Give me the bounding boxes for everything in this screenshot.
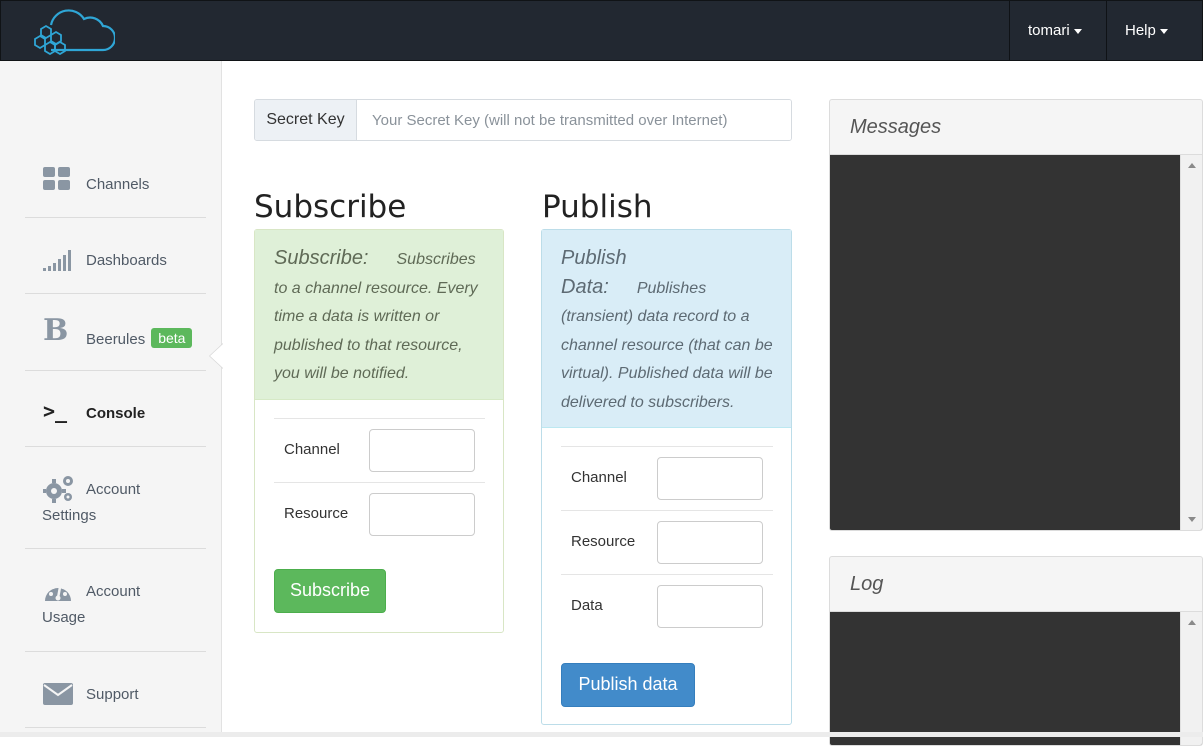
resource-label: Resource (571, 533, 636, 550)
publish-channel-input[interactable] (657, 457, 763, 500)
terminal-icon: >_ (43, 399, 68, 423)
help-menu[interactable]: Help (1106, 1, 1203, 61)
sidebar-item-label: Dashboards (86, 252, 167, 269)
secret-key-input[interactable] (357, 100, 791, 140)
subscribe-title: Subscribe (254, 189, 407, 225)
gears-icon (43, 476, 73, 503)
form-row: Channel (561, 447, 773, 511)
subscribe-head-title: Subscribe: (274, 247, 369, 269)
beta-badge: beta (151, 328, 193, 348)
messages-title: Messages (830, 100, 1202, 155)
window-bottom-edge (0, 732, 1203, 737)
caret-down-icon (1073, 28, 1082, 34)
messages-console[interactable] (830, 155, 1202, 530)
subscribe-panel: Subscribe: Subscribes to a channel resour… (254, 229, 504, 633)
user-menu-label: tomari (1028, 22, 1070, 39)
publish-resource-input[interactable] (657, 521, 763, 564)
sidebar-item-label-group: Beerules beta (86, 328, 193, 348)
publish-panel: Publish Data: Publishes (transient) data r… (541, 229, 792, 725)
messages-scrollbar[interactable] (1180, 155, 1202, 530)
envelope-icon (43, 683, 73, 705)
sidebar-item-label: Support (86, 686, 139, 703)
subscribe-form: Channel Resource (274, 418, 485, 547)
scroll-up-arrow-icon[interactable] (1188, 163, 1196, 168)
sidebar-item-label-group: Account Usage (42, 579, 196, 631)
form-row: Resource (274, 483, 485, 547)
cloud-hexagon-logo[interactable] (29, 7, 115, 55)
sidebar-item-beerules[interactable]: B Beerules beta (25, 294, 206, 371)
sidebar-item-label: Account (86, 583, 141, 600)
log-title: Log (830, 557, 1202, 612)
user-menu[interactable]: tomari (1009, 1, 1106, 61)
log-console[interactable] (830, 612, 1202, 745)
dashboard-gauge-icon (45, 585, 71, 601)
log-panel: Log (829, 556, 1203, 746)
sidebar-item-account-usage[interactable]: Account Usage (25, 549, 206, 652)
sidebar-item-account-settings[interactable]: Account Settings (25, 447, 206, 549)
publish-data-input[interactable] (657, 585, 763, 628)
sidebar-item-label-group: Account Settings (42, 477, 196, 529)
sidebar-item-label: Account (86, 481, 141, 498)
sidebar-item-label: Channels (86, 176, 150, 193)
form-row: Resource (561, 511, 773, 575)
scroll-down-arrow-icon[interactable] (1188, 517, 1196, 522)
secret-key-group: Secret Key (254, 99, 792, 141)
publish-title: Publish (542, 189, 653, 225)
scroll-up-arrow-icon[interactable] (1188, 620, 1196, 625)
publish-description: Publish Data: Publishes (transient) data r… (542, 230, 791, 428)
form-row: Channel (274, 419, 485, 483)
subscribe-description-text: Subscribes to a channel resource. Every … (274, 251, 478, 382)
sidebar-item-label-rest: Usage (42, 609, 86, 626)
subscribe-channel-input[interactable] (369, 429, 475, 472)
publish-head-title-2: Data: (561, 275, 609, 298)
resource-label: Resource (284, 505, 349, 522)
subscribe-button[interactable]: Subscribe (274, 569, 386, 613)
sidebar: Channels Dashboards B Beerules beta >_ Co… (0, 61, 222, 737)
messages-panel: Messages (829, 99, 1203, 531)
publish-data-button[interactable]: Publish data (561, 663, 695, 707)
grid-icon (43, 167, 70, 190)
sidebar-item-console[interactable]: >_ Console (25, 371, 206, 447)
active-item-pointer (209, 343, 223, 369)
publish-head-title-1: Publish (561, 247, 627, 269)
bold-b-icon: B (43, 313, 69, 348)
top-navbar: tomari Help (0, 0, 1203, 61)
data-label: Data (571, 597, 603, 614)
subscribe-description: Subscribe: Subscribes to a channel resour… (255, 230, 503, 400)
subscribe-resource-input[interactable] (369, 493, 475, 536)
sidebar-item-label: Beerules (86, 331, 146, 348)
secret-key-addon: Secret Key (255, 100, 357, 140)
sidebar-item-label: Console (86, 405, 146, 422)
log-scrollbar[interactable] (1180, 612, 1202, 745)
channel-label: Channel (571, 469, 627, 486)
caret-down-icon (1159, 28, 1168, 34)
publish-description-text: Publishes (transient) data record to a c… (561, 279, 773, 411)
sidebar-item-label-rest: Settings (42, 507, 97, 524)
publish-form: Channel Resource Data (561, 446, 773, 639)
help-menu-label: Help (1125, 22, 1156, 39)
sidebar-item-support[interactable]: Support (25, 652, 206, 728)
sidebar-item-dashboards[interactable]: Dashboards (25, 218, 206, 294)
signal-bars-icon (43, 250, 71, 271)
sidebar-item-channels[interactable]: Channels (25, 156, 206, 218)
channel-label: Channel (284, 441, 340, 458)
form-row: Data (561, 575, 773, 639)
